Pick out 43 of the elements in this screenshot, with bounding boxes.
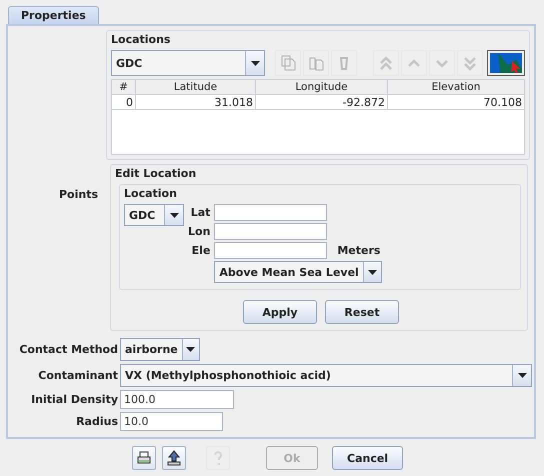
points-label: Points (58, 188, 98, 201)
table-cell: 70.108 (388, 95, 524, 110)
text-field[interactable]: 100.0 (120, 390, 234, 409)
action-button[interactable]: Apply (243, 300, 317, 324)
table-cell: 0 (112, 95, 136, 110)
coordinate-dropdown[interactable]: GDC (111, 50, 265, 76)
text-field[interactable] (214, 223, 328, 240)
field-label: Lat (190, 206, 210, 219)
printer-button[interactable] (132, 446, 156, 470)
dropdown[interactable]: VX (Methylphosphonothioic acid) (120, 364, 532, 387)
properties-tab[interactable]: Properties (8, 6, 99, 24)
group-title: Locations (111, 33, 170, 46)
caret-icon (186, 347, 196, 352)
upload-button[interactable] (162, 446, 186, 470)
group-title: Location (124, 187, 177, 200)
cancel-button[interactable]: Cancel (332, 446, 404, 470)
table-cell: 31.018 (136, 95, 256, 110)
text-field[interactable]: 10.0 (120, 412, 223, 431)
field-label: Radius (76, 415, 118, 428)
text-field[interactable] (214, 242, 328, 259)
field-label: Lon (188, 225, 210, 238)
map-icon (490, 53, 522, 73)
column-header[interactable]: Elevation (388, 80, 524, 95)
field-label: Contaminant (38, 369, 118, 382)
coordinate-dropdown[interactable]: GDC (124, 204, 184, 226)
table-cell: -92.872 (256, 95, 388, 110)
caret-icon (368, 270, 378, 274)
map-button[interactable] (487, 50, 525, 76)
column-header[interactable]: Longitude (256, 80, 388, 95)
column-header[interactable]: # (112, 80, 136, 95)
unit-label: Meters (336, 244, 380, 257)
datum-dropdown[interactable]: Above Mean Sea Level (214, 261, 382, 283)
column-header[interactable]: Latitude (136, 80, 256, 95)
action-button[interactable]: Reset (325, 300, 399, 324)
caret-icon (518, 373, 526, 378)
field-label: Initial Density (31, 393, 118, 406)
field-label: Contact Method (19, 343, 118, 356)
text-field[interactable] (214, 204, 328, 221)
group-title: Edit Location (115, 167, 196, 180)
dropdown[interactable]: airborne (120, 338, 200, 361)
field-label: Ele (192, 244, 210, 257)
caret-icon (250, 60, 260, 66)
caret-icon (170, 212, 178, 218)
